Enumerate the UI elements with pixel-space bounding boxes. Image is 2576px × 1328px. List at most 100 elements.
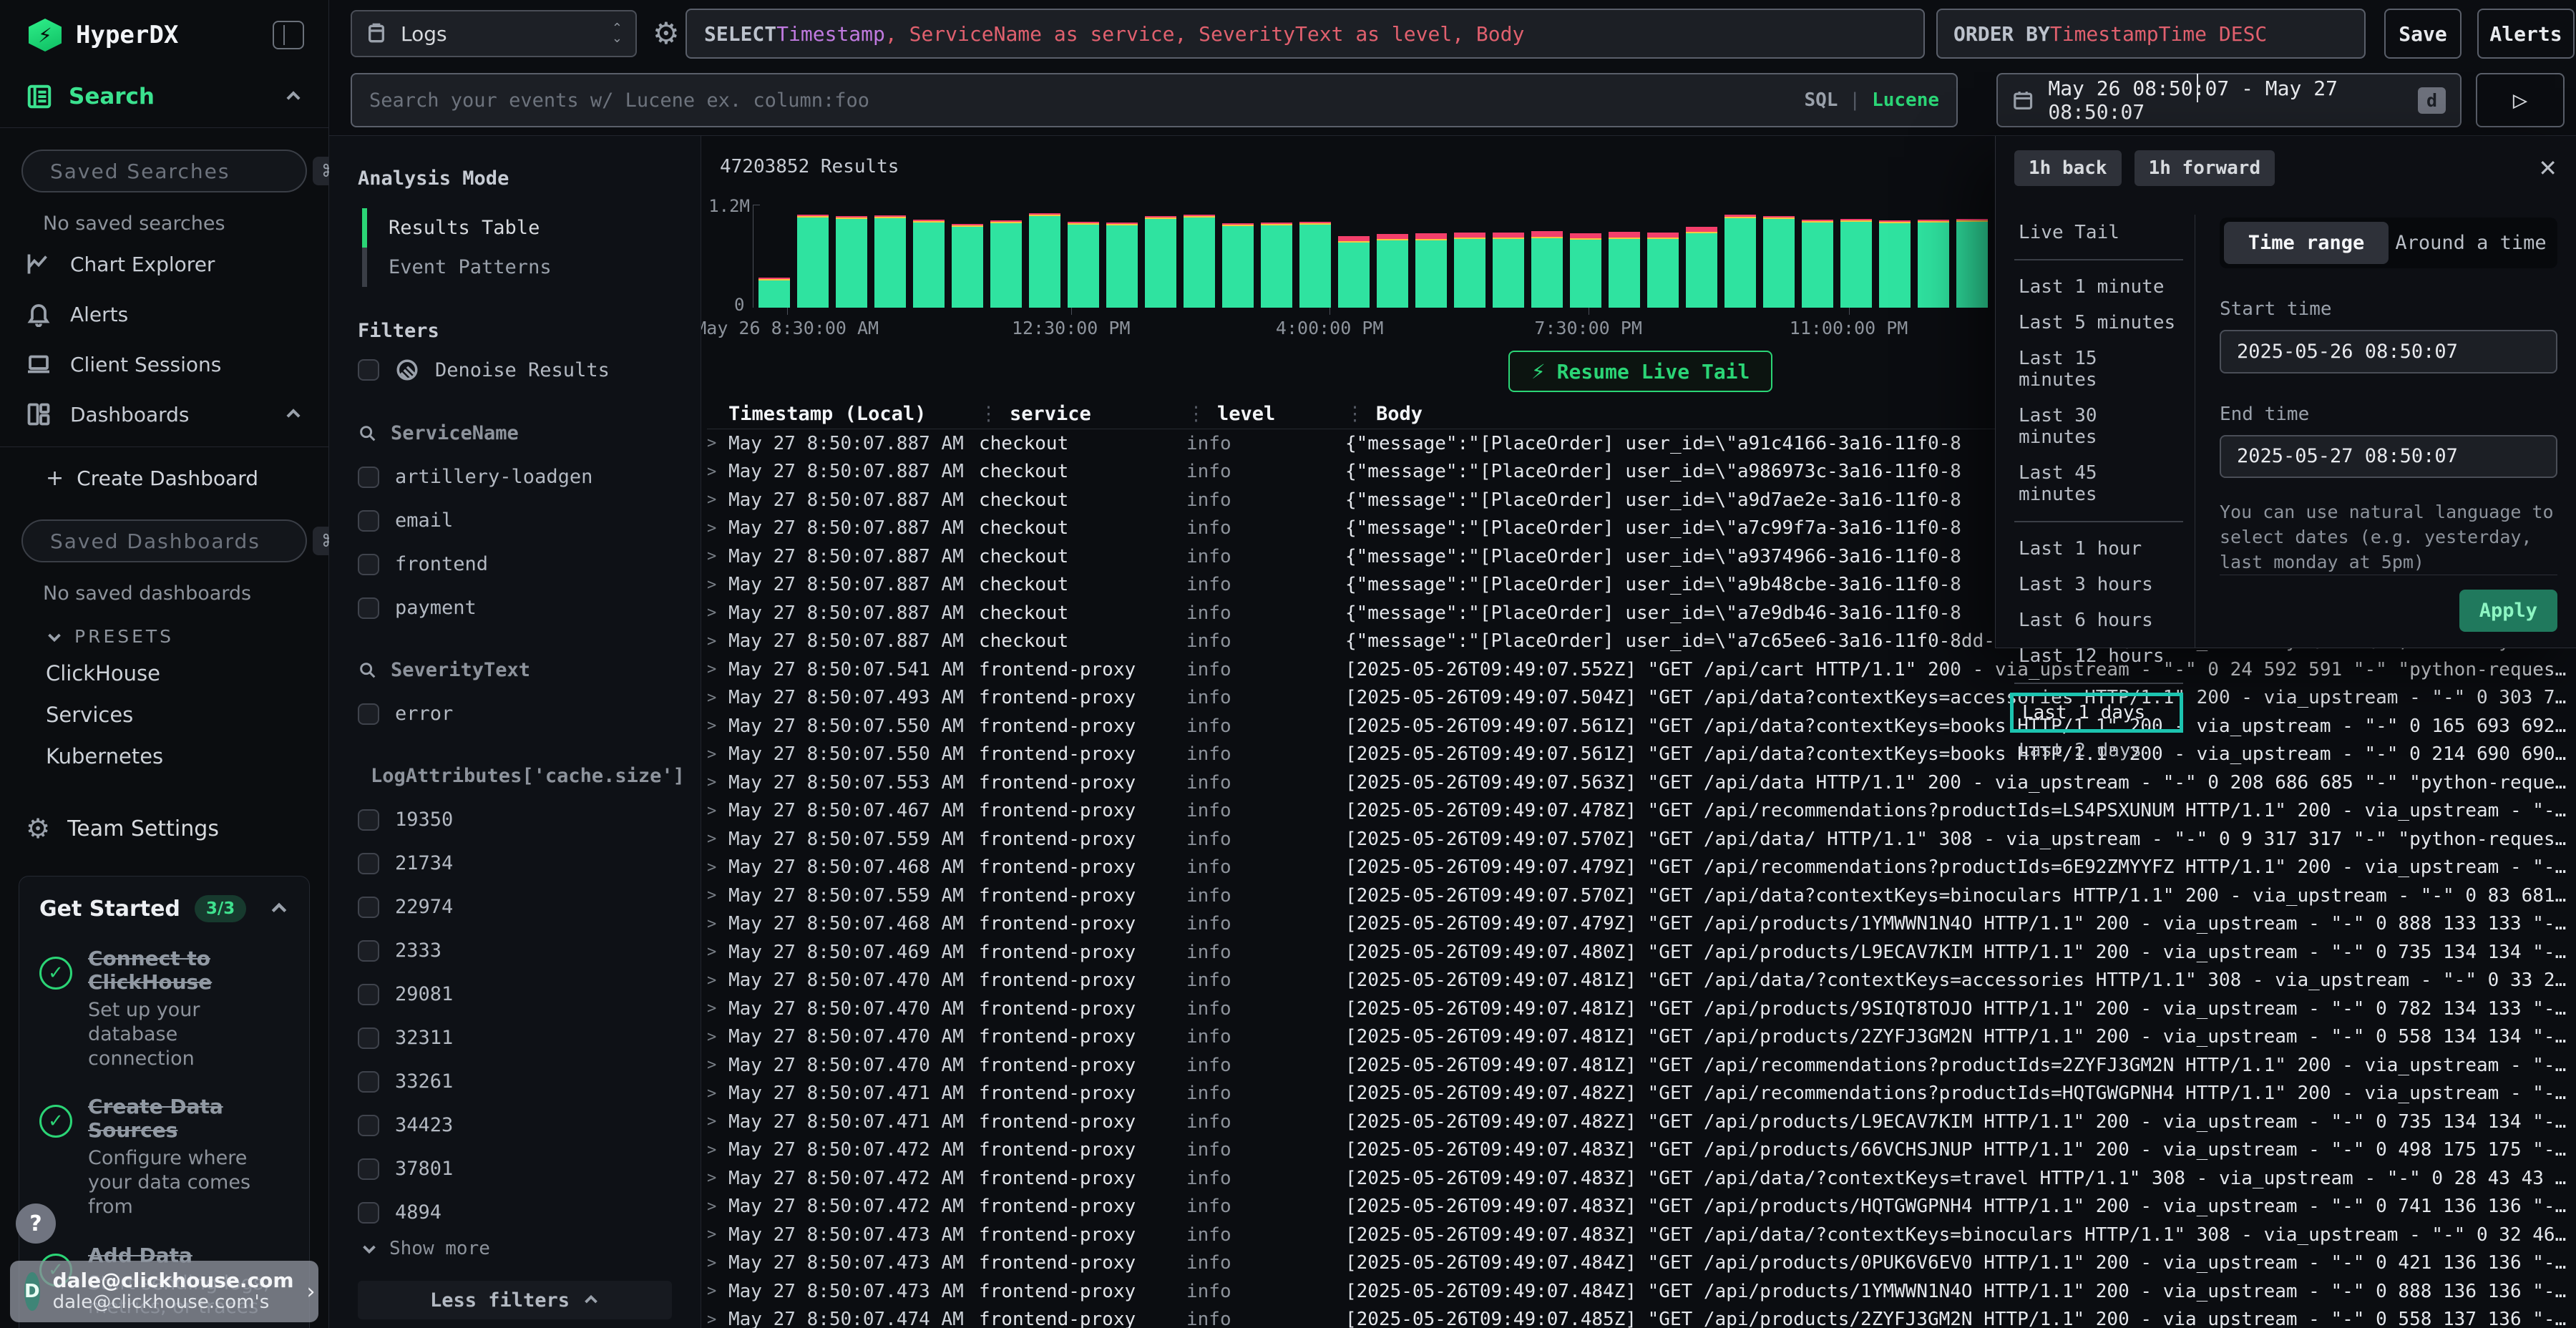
checkbox[interactable] [358, 359, 379, 381]
lucene-search-box[interactable]: SQL | Lucene [351, 73, 1958, 127]
quick-range-last-5-minutes[interactable]: Last 5 minutes [2014, 305, 2183, 341]
col-timestamp[interactable]: Timestamp (Local) [728, 403, 979, 425]
filter-group-header[interactable]: ServiceName [358, 416, 672, 450]
source-select[interactable]: Logs ⌃⌄ [351, 10, 637, 57]
quick-range-last-1-days[interactable]: Last 1 days [2010, 693, 2183, 733]
saved-dashboards-searchbox[interactable]: ⌘K [21, 519, 307, 562]
drag-handle-icon[interactable]: ⋮ [979, 403, 998, 425]
user-menu[interactable]: D dale@clickhouse.com dale@clickhouse.co… [10, 1261, 318, 1322]
filter-value-row[interactable]: email [358, 504, 672, 537]
quick-range-last-45-minutes[interactable]: Last 45 minutes [2014, 455, 2183, 512]
histogram-bar[interactable] [1222, 223, 1254, 308]
row-expand-icon[interactable]: > [707, 1085, 728, 1103]
row-expand-icon[interactable]: > [707, 1311, 728, 1328]
row-expand-icon[interactable]: > [707, 1000, 728, 1017]
help-button[interactable]: ? [16, 1204, 56, 1244]
quick-range-last-6-hours[interactable]: Last 6 hours [2014, 602, 2183, 638]
filter-value-row[interactable]: error [358, 697, 672, 731]
row-expand-icon[interactable]: > [707, 1113, 728, 1131]
table-row[interactable]: >May 27 8:50:07.470 AMfrontend-proxyinfo… [707, 1023, 2576, 1052]
sidebar-item-chart-explorer[interactable]: Chart Explorer [0, 239, 328, 289]
sidebar-preset-clickhouse[interactable]: ClickHouse [0, 653, 328, 694]
table-row[interactable]: >May 27 8:50:07.493 AMfrontend-proxyinfo… [707, 684, 2576, 713]
histogram-bar[interactable] [1029, 213, 1060, 308]
histogram-bar[interactable] [990, 220, 1022, 308]
checkbox[interactable] [358, 703, 379, 725]
histogram-bar[interactable] [1261, 223, 1292, 308]
saved-searches-input[interactable] [50, 160, 300, 183]
saved-dashboards-input[interactable] [50, 529, 300, 553]
date-range-input[interactable]: May 26 08:50:07 - May 27 08:50:07 d [1996, 73, 2462, 127]
histogram-bar[interactable] [1686, 227, 1717, 308]
row-expand-icon[interactable]: > [707, 1226, 728, 1244]
sidebar-item-alerts[interactable]: Alerts [0, 289, 328, 339]
histogram-bar[interactable] [874, 215, 906, 308]
filter-value-row[interactable]: artillery-loadgen [358, 460, 672, 494]
filter-value-row[interactable]: payment [358, 591, 672, 625]
filter-group-header[interactable]: LogAttributes['cache.size'] [358, 759, 672, 793]
histogram-bar[interactable] [1184, 215, 1215, 308]
checkbox[interactable] [358, 554, 379, 575]
table-row[interactable]: >May 27 8:50:07.550 AMfrontend-proxyinfo… [707, 741, 2576, 769]
histogram-bar[interactable] [758, 278, 790, 308]
select-clause-editor[interactable]: SELECT Timestamp , ServiceName as servic… [686, 9, 1925, 59]
search-input[interactable] [369, 89, 1804, 112]
filter-value-row[interactable]: 21734 [358, 846, 672, 880]
quick-range-last-30-minutes[interactable]: Last 30 minutes [2014, 398, 2183, 455]
col-level[interactable]: ⋮level [1186, 403, 1345, 425]
alerts-button[interactable]: Alerts [2477, 9, 2575, 59]
histogram-bar[interactable] [1802, 220, 1833, 308]
table-row[interactable]: >May 27 8:50:07.472 AMfrontend-proxyinfo… [707, 1193, 2576, 1221]
checkbox[interactable] [358, 809, 379, 831]
chevron-up-icon[interactable] [284, 405, 303, 424]
table-row[interactable]: >May 27 8:50:07.470 AMfrontend-proxyinfo… [707, 967, 2576, 995]
histogram-bar[interactable] [1609, 232, 1640, 308]
quick-range-last-2-days[interactable]: Last 2 days [2014, 733, 2183, 768]
run-query-button[interactable]: ▷ [2476, 73, 2565, 127]
apply-button[interactable]: Apply [2459, 590, 2557, 632]
table-row[interactable]: >May 27 8:50:07.468 AMfrontend-proxyinfo… [707, 854, 2576, 882]
histogram-bar[interactable] [1377, 234, 1408, 308]
quick-range-last-3-hours[interactable]: Last 3 hours [2014, 567, 2183, 602]
filter-value-row[interactable]: 34423 [358, 1108, 672, 1142]
histogram-bar[interactable] [913, 220, 945, 308]
shift-1h-forward-button[interactable]: 1h forward [2135, 150, 2275, 186]
resume-live-tail-button[interactable]: ⚡ Resume Live Tail [1508, 351, 1772, 392]
row-expand-icon[interactable]: > [707, 1282, 728, 1300]
row-expand-icon[interactable]: > [707, 1169, 728, 1187]
table-row[interactable]: >May 27 8:50:07.474 AMfrontend-proxyinfo… [707, 1306, 2576, 1328]
create-dashboard-button[interactable]: + Create Dashboard [0, 447, 328, 498]
start-time-input[interactable] [2220, 330, 2557, 374]
histogram-bar[interactable] [1493, 233, 1524, 308]
filter-value-row[interactable]: frontend [358, 547, 672, 581]
denoise-results-checkbox-row[interactable]: Denoise Results [358, 352, 672, 388]
row-expand-icon[interactable]: > [707, 915, 728, 933]
show-more-toggle[interactable]: Show more [358, 1229, 672, 1259]
quick-range-last-12-hours[interactable]: Last 12 hours [2014, 638, 2183, 674]
drag-handle-icon[interactable]: ⋮ [1345, 403, 1365, 425]
table-row[interactable]: >May 27 8:50:07.559 AMfrontend-proxyinfo… [707, 825, 2576, 854]
row-expand-icon[interactable]: > [707, 1198, 728, 1216]
histogram-bar[interactable] [1338, 236, 1370, 308]
histogram-bar[interactable] [1106, 223, 1138, 308]
table-row[interactable]: >May 27 8:50:07.559 AMfrontend-proxyinfo… [707, 882, 2576, 910]
row-expand-icon[interactable]: > [707, 1254, 728, 1272]
row-expand-icon[interactable]: > [707, 633, 728, 650]
checkbox[interactable] [358, 1027, 379, 1049]
chevron-up-icon[interactable] [269, 899, 289, 919]
sidebar-item-dashboards[interactable]: Dashboards [0, 389, 328, 439]
checkbox[interactable] [358, 510, 379, 532]
row-expand-icon[interactable]: > [707, 943, 728, 961]
filter-value-row[interactable]: 19350 [358, 803, 672, 836]
histogram-bar[interactable] [1531, 231, 1563, 308]
histogram-bar[interactable] [1956, 219, 1988, 308]
histogram-bar[interactable] [952, 224, 983, 308]
row-expand-icon[interactable]: > [707, 1056, 728, 1074]
table-row[interactable]: >May 27 8:50:07.470 AMfrontend-proxyinfo… [707, 995, 2576, 1023]
end-time-input[interactable] [2220, 435, 2557, 479]
checkbox[interactable] [358, 984, 379, 1005]
checkbox[interactable] [358, 467, 379, 488]
row-expand-icon[interactable]: > [707, 491, 728, 509]
row-expand-icon[interactable]: > [707, 1141, 728, 1159]
row-expand-icon[interactable]: > [707, 802, 728, 820]
